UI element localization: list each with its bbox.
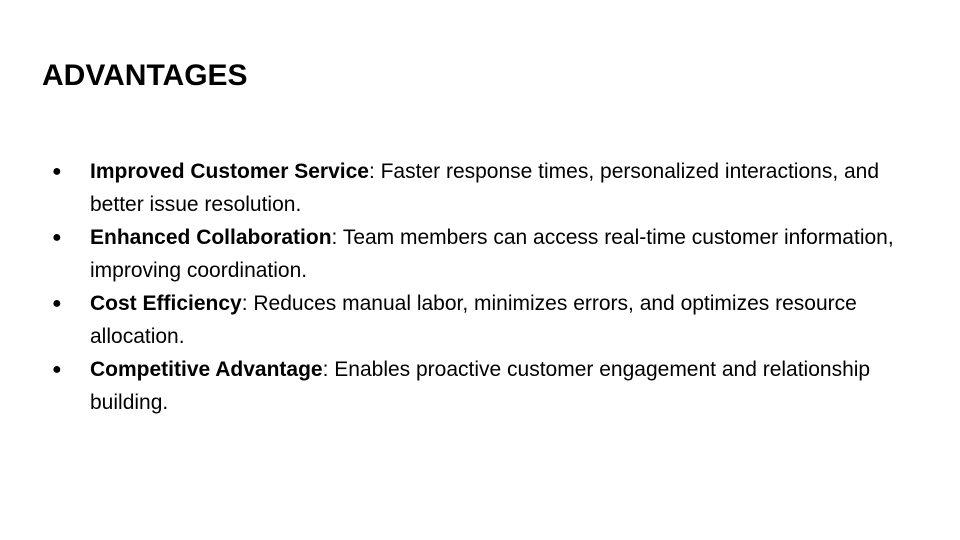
slide-title: ADVANTAGES	[42, 59, 248, 92]
bullet-term: Cost Efficiency	[90, 292, 242, 315]
bullet-icon: ●	[52, 295, 62, 312]
bullet-term: Enhanced Collaboration	[90, 226, 332, 249]
bullet-item-improved-customer-service: ● Improved Customer Service: Faster resp…	[48, 155, 908, 221]
bullet-icon: ●	[52, 361, 62, 378]
bullet-icon: ●	[52, 163, 62, 180]
bullet-item-competitive-advantage: ● Competitive Advantage: Enables proacti…	[48, 353, 908, 419]
bullet-item-enhanced-collaboration: ● Enhanced Collaboration: Team members c…	[48, 221, 908, 287]
slide: ADVANTAGES ● Improved Customer Service: …	[0, 0, 960, 540]
bullet-term: Improved Customer Service	[90, 160, 369, 183]
bullet-icon: ●	[52, 229, 62, 246]
bullet-item-cost-efficiency: ● Cost Efficiency: Reduces manual labor,…	[48, 287, 908, 353]
bullet-term: Competitive Advantage	[90, 358, 323, 381]
bullet-list: ● Improved Customer Service: Faster resp…	[48, 155, 908, 419]
